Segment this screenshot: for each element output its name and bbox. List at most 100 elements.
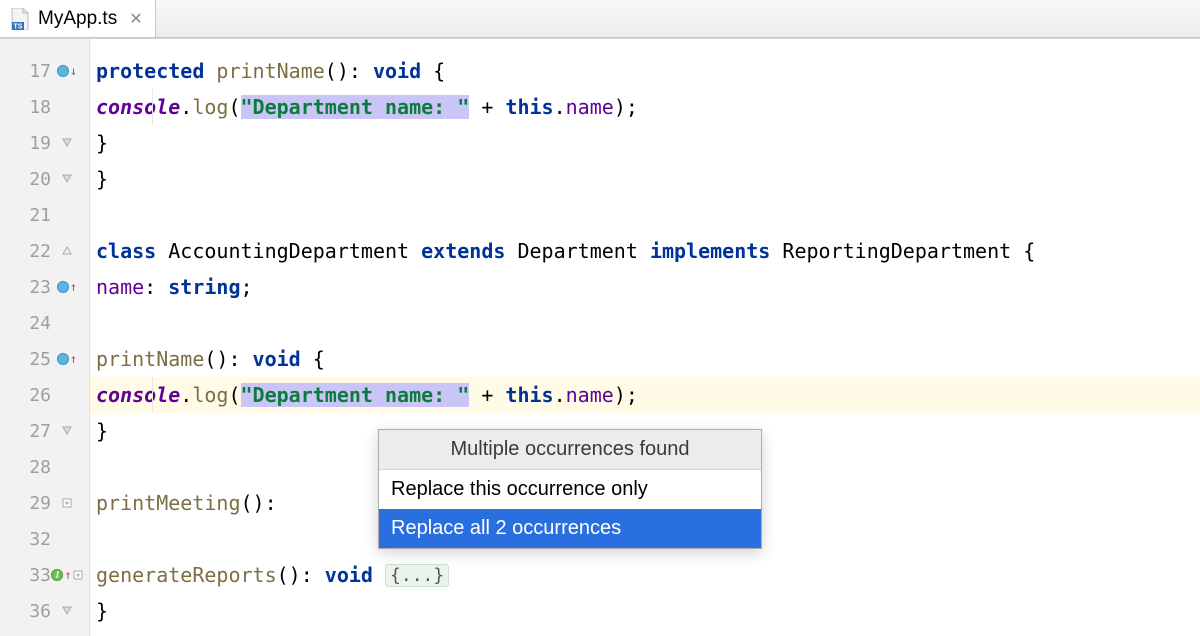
gutter-row[interactable]: 25 ↑ — [0, 341, 89, 377]
class-name: AccountingDepartment — [168, 239, 421, 263]
space — [373, 563, 385, 587]
gutter-row[interactable]: 26 — [0, 377, 89, 413]
code-line[interactable]: generateReports(): void {...} — [90, 557, 1200, 593]
code-line[interactable]: printName(): void { — [90, 341, 1200, 377]
popup-title: Multiple occurrences found — [379, 430, 761, 470]
line-number: 33 — [17, 565, 51, 586]
gutter-row[interactable]: 21 — [0, 197, 89, 233]
gutter-row[interactable]: 20 — [0, 161, 89, 197]
close-icon[interactable]: ✕ — [129, 9, 142, 29]
punct: } — [96, 131, 108, 155]
code-line[interactable]: console.log("Department name: " + this.n… — [90, 89, 1200, 125]
code-line[interactable] — [90, 197, 1200, 233]
folded-region[interactable]: {...} — [385, 564, 449, 587]
code-line[interactable]: } — [90, 125, 1200, 161]
fold-close-icon[interactable] — [62, 606, 72, 616]
occurrences-popup: Multiple occurrences found Replace this … — [378, 429, 762, 549]
property: name — [566, 383, 614, 407]
typescript-file-icon: TS — [10, 8, 30, 30]
type-ref: Department — [505, 239, 650, 263]
gutter-row[interactable]: 19 — [0, 125, 89, 161]
overrides-icon[interactable] — [57, 65, 69, 77]
arrow-down-icon: ↓ — [70, 65, 77, 77]
line-number: 18 — [17, 97, 51, 118]
keyword: class — [96, 239, 156, 263]
punct: ( — [228, 383, 240, 407]
line-number: 19 — [17, 133, 51, 154]
method-call: log — [192, 95, 228, 119]
punct: . — [180, 95, 192, 119]
line-number: 20 — [17, 169, 51, 190]
punct: + — [469, 95, 505, 119]
arrow-up-icon: ↑ — [70, 353, 77, 365]
fold-close-icon[interactable] — [62, 426, 72, 436]
method-name: printMeeting — [96, 491, 241, 515]
gutter-row[interactable]: 33I↑ — [0, 557, 89, 593]
keyword: this — [505, 95, 553, 119]
punct: . — [554, 95, 566, 119]
gutter-row[interactable]: 29 — [0, 485, 89, 521]
arrow-up-icon: ↑ — [70, 281, 77, 293]
line-number: 22 — [17, 241, 51, 262]
punct: (): — [325, 59, 373, 83]
fold-expand-icon[interactable] — [73, 570, 83, 580]
method-call: log — [192, 383, 228, 407]
gutter: 17 ↓ 18 19 20 21 22 23 ↑ 24 25 ↑ 26 27 28 2… — [0, 39, 90, 636]
gutter-row[interactable]: 17 ↓ — [0, 53, 89, 89]
string-highlight: "Department name: " — [241, 383, 470, 407]
identifier: console — [96, 95, 180, 119]
code-line[interactable] — [90, 305, 1200, 341]
keyword: void — [373, 59, 421, 83]
fold-close-icon[interactable] — [62, 174, 72, 184]
gutter-row[interactable]: 23 ↑ — [0, 269, 89, 305]
punct: (): — [204, 347, 252, 371]
overrides-icon[interactable] — [57, 281, 69, 293]
overrides-icon[interactable] — [57, 353, 69, 365]
line-number: 17 — [17, 61, 51, 82]
code-line[interactable]: class AccountingDepartment extends Depar… — [90, 233, 1200, 269]
line-number: 23 — [17, 277, 51, 298]
punct: { — [301, 347, 325, 371]
fold-expand-icon[interactable] — [62, 498, 72, 508]
gutter-row[interactable]: 28 — [0, 449, 89, 485]
keyword: string — [168, 275, 240, 299]
line-number: 25 — [17, 349, 51, 370]
code-line[interactable]: protected printName(): void { — [90, 53, 1200, 89]
punct: . — [554, 383, 566, 407]
type-ref: ReportingDepartment { — [770, 239, 1035, 263]
implements-icon[interactable]: I — [51, 569, 63, 581]
string-highlight: "Department name: " — [241, 95, 470, 119]
punct: { — [421, 59, 445, 83]
punct: ); — [614, 95, 638, 119]
gutter-row[interactable]: 32 — [0, 521, 89, 557]
gutter-row[interactable]: 27 — [0, 413, 89, 449]
identifier: console — [96, 383, 180, 407]
code-line[interactable]: } — [90, 161, 1200, 197]
code-line[interactable]: name: string; — [90, 269, 1200, 305]
line-number: 32 — [17, 529, 51, 550]
gutter-row[interactable]: 36 — [0, 593, 89, 629]
fold-close-icon[interactable] — [62, 138, 72, 148]
punct: } — [96, 167, 108, 191]
svg-text:TS: TS — [14, 23, 23, 30]
line-number: 21 — [17, 205, 51, 226]
fold-open-icon[interactable] — [62, 246, 72, 256]
gutter-row[interactable]: 18 — [0, 89, 89, 125]
method-name: printName — [204, 59, 324, 83]
file-tab[interactable]: TS MyApp.ts ✕ — [0, 0, 156, 37]
gutter-row[interactable]: 24 — [0, 305, 89, 341]
line-number: 29 — [17, 493, 51, 514]
punct: } — [96, 419, 108, 443]
code-line-current[interactable]: console.log("Department name: " + this.n… — [90, 377, 1200, 413]
keyword: protected — [96, 59, 204, 83]
keyword: this — [505, 383, 553, 407]
punct: ); — [614, 383, 638, 407]
code-line[interactable]: } — [90, 593, 1200, 629]
punct: (): — [277, 563, 325, 587]
line-number: 24 — [17, 313, 51, 334]
punct: } — [96, 599, 108, 623]
gutter-row[interactable]: 22 — [0, 233, 89, 269]
popup-option-replace-this[interactable]: Replace this occurrence only — [379, 470, 761, 509]
method-name: generateReports — [96, 563, 277, 587]
popup-option-replace-all[interactable]: Replace all 2 occurrences — [379, 509, 761, 548]
